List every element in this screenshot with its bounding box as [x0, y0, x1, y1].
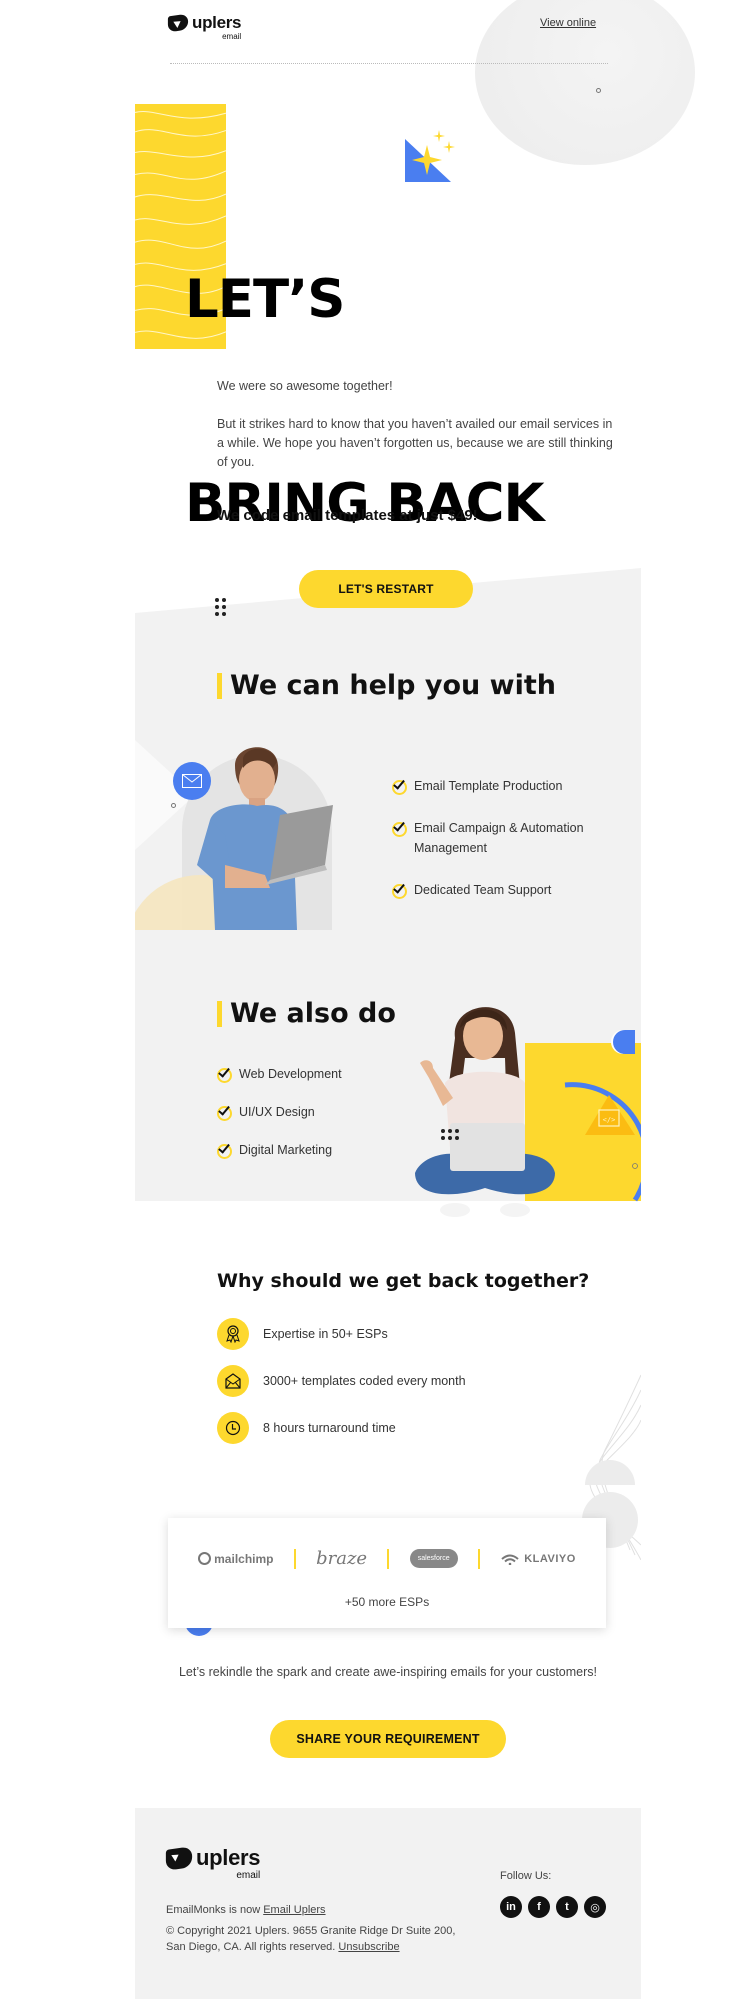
- esp-logo-row: mailchimp braze salesforce KLAVIYO: [168, 1548, 606, 1569]
- title-accent-bar: [217, 1000, 222, 1027]
- help-item: Email Template Production: [392, 776, 622, 796]
- sparkle-icon: [405, 130, 455, 182]
- esp-logos-card: mailchimp braze salesforce KLAVIYO +50 m…: [168, 1518, 606, 1628]
- check-icon: [217, 1067, 232, 1083]
- social-links: in f t ◎: [500, 1896, 606, 1918]
- greeting-text: We were so awesome together!: [217, 379, 393, 393]
- title-accent-bar: [217, 672, 222, 699]
- mailchimp-icon: [198, 1552, 212, 1565]
- why-section-title: Why should we get back together?: [217, 1270, 590, 1292]
- offer-text: We code email templates at just $49!: [217, 507, 478, 524]
- lets-restart-button[interactable]: LET'S RESTART: [299, 570, 473, 608]
- decorative-dots: [441, 1129, 459, 1140]
- man-illustration: [135, 720, 335, 930]
- svg-text:</>: </>: [603, 1116, 616, 1124]
- also-item: UI/UX Design: [217, 1102, 342, 1122]
- also-section-title: We also do: [217, 998, 396, 1029]
- help-item: Email Campaign & Automation Management: [392, 818, 622, 858]
- more-esps-text: +50 more ESPs: [344, 1595, 430, 1609]
- uplers-logo-icon: [165, 1846, 193, 1871]
- footer: uplers email EmailMonks is now Email Upl…: [135, 1808, 641, 1999]
- esp-separator: [293, 1548, 296, 1569]
- intro-paragraph: But it strikes hard to know that you hav…: [217, 417, 613, 469]
- also-item: Digital Marketing: [217, 1140, 342, 1160]
- twitter-icon[interactable]: t: [556, 1896, 578, 1918]
- salesforce-logo: salesforce: [409, 1549, 458, 1568]
- klaviyo-icon: [501, 1554, 519, 1565]
- instagram-icon[interactable]: ◎: [584, 1896, 606, 1918]
- view-online-link[interactable]: View online: [540, 17, 596, 29]
- uplers-logo-icon: [167, 13, 189, 33]
- check-icon: [392, 883, 407, 899]
- help-section-title: We can help you with: [217, 670, 556, 701]
- share-requirement-button[interactable]: SHARE YOUR REQUIREMENT: [270, 1720, 506, 1758]
- man-with-laptop-image: [197, 747, 333, 930]
- follow-us-label: Follow Us:: [500, 1870, 552, 1882]
- woman-with-laptop-image: [415, 1007, 555, 1217]
- email-container: uplers email View online LET’S BRING BAC…: [135, 0, 695, 1999]
- clock-icon: [217, 1412, 249, 1444]
- help-item: Dedicated Team Support: [392, 880, 622, 900]
- check-icon: [392, 821, 407, 837]
- facebook-icon[interactable]: f: [528, 1896, 550, 1918]
- linkedin-icon[interactable]: in: [500, 1896, 522, 1918]
- also-list: Web Development UI/UX Design Digital Mar…: [217, 1064, 342, 1160]
- copyright-text: © Copyright 2021 Uplers. 9655 Granite Ri…: [166, 1925, 456, 1953]
- envelope-open-icon: [217, 1365, 249, 1397]
- closing-text: Let’s rekindle the spark and create awe-…: [178, 1665, 598, 1679]
- uplers-logo[interactable]: uplers email: [167, 13, 242, 41]
- why-item: Expertise in 50+ ESPs: [217, 1318, 388, 1350]
- footer-uplers-logo[interactable]: uplers email: [165, 1846, 261, 1881]
- header-divider: [170, 63, 608, 64]
- also-item: Web Development: [217, 1064, 342, 1084]
- decorative-dots: [215, 598, 226, 616]
- check-icon: [217, 1105, 232, 1121]
- why-item: 3000+ templates coded every month: [217, 1365, 466, 1397]
- braze-logo: braze: [316, 1548, 368, 1569]
- email-uplers-link[interactable]: Email Uplers: [263, 1904, 325, 1916]
- esp-separator: [477, 1548, 480, 1569]
- klaviyo-logo: KLAVIYO: [500, 1553, 576, 1565]
- rebrand-text: EmailMonks is now Email Uplers: [166, 1904, 326, 1916]
- decorative-ring: [596, 88, 601, 93]
- envelope-icon: [182, 774, 202, 788]
- unsubscribe-link[interactable]: Unsubscribe: [338, 1941, 399, 1953]
- esp-separator: [387, 1548, 390, 1569]
- mailchimp-logo: mailchimp: [198, 1552, 274, 1566]
- help-list: Email Template Production Email Campaign…: [392, 776, 622, 900]
- award-icon: [217, 1318, 249, 1350]
- check-icon: [392, 779, 407, 795]
- why-item: 8 hours turnaround time: [217, 1412, 396, 1444]
- decorative-ring: [171, 803, 176, 808]
- mail-bubble: [173, 762, 211, 800]
- check-icon: [217, 1143, 232, 1159]
